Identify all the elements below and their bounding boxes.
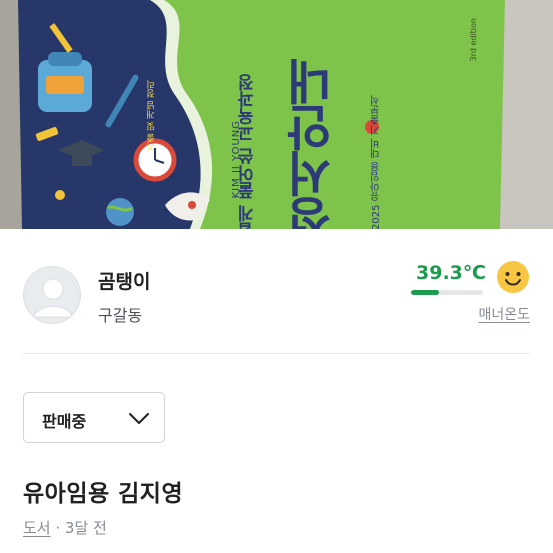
seller-profile[interactable]: 곰탱이 구갈동 39.3℃ 매너온도 [0,229,553,356]
post-meta: 도서 · 3달 전 [23,517,107,538]
book-badge: 기출 및 개념 정리 [147,80,157,152]
post-time: 3달 전 [64,519,107,537]
chevron-down-icon [128,411,150,430]
manner-temperature-value: 39.3℃ [416,262,486,284]
manner-temperature-link[interactable]: 매너온도 [478,304,530,324]
sale-status-select[interactable]: 판매중 [23,392,165,443]
meta-separator: · [50,519,65,537]
seller-name[interactable]: 곰탱이 [98,267,150,294]
post-title: 유아임용 김지영 [23,481,184,507]
smile-face-icon [495,259,531,299]
book-edition: 3rd edition [469,18,478,62]
seller-region: 구갈동 [98,306,143,325]
book-title: 사회정서안내 [286,60,342,229]
section-divider [23,353,530,354]
book-author: KIM JI YOUNG [231,120,242,199]
manner-temperature-fill [411,290,440,295]
sale-status-value: 판매중 [42,412,87,431]
category-link[interactable]: 도서 [23,519,51,537]
book-caption: 2025 유아임용 대비 기출분석 [371,95,382,229]
book-subtitle: 알기 쉽게 풀어쓴 교육과정 [238,74,258,229]
manner-temperature-bar [411,290,483,295]
product-photo[interactable]: 사회정서안내 알기 쉽게 풀어쓴 교육과정 2025 유아임용 대비 기출분석 … [0,0,553,229]
default-profile-icon[interactable] [23,266,81,324]
